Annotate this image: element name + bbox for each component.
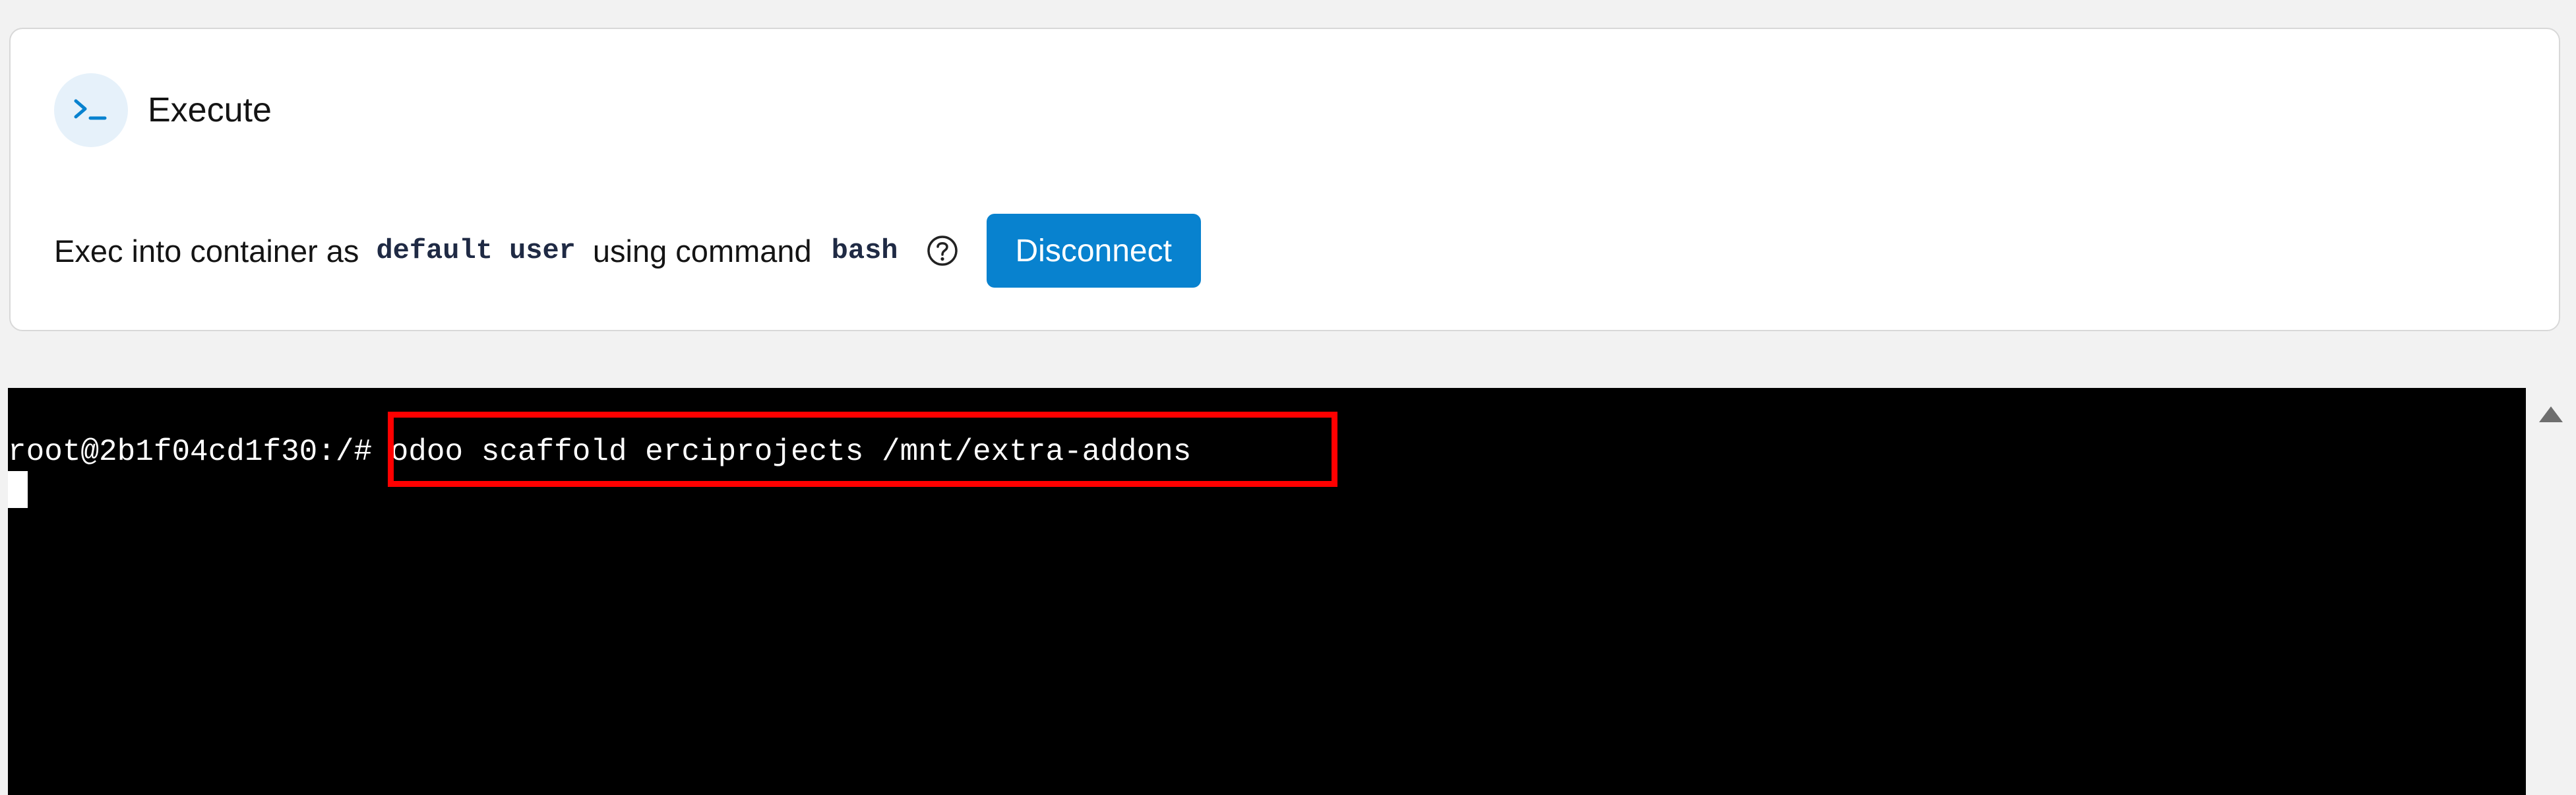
exec-options-row: Exec into container as default user usin… (54, 214, 1201, 288)
terminal-prompt-icon (54, 73, 128, 147)
exec-user-value[interactable]: default user (376, 235, 575, 267)
execute-header: Execute (54, 73, 272, 148)
terminal-prompt: root@2b1f04cd1f30:/# (8, 435, 373, 469)
command-highlight-box (388, 412, 1337, 487)
exec-description-prefix: Exec into container as (54, 233, 359, 269)
exec-command-value[interactable]: bash (832, 235, 898, 267)
question-circle-icon[interactable] (925, 233, 960, 269)
terminal[interactable]: root@2b1f04cd1f30:/# odoo scaffold ercip… (8, 388, 2526, 795)
terminal-cursor (8, 471, 28, 508)
disconnect-button[interactable]: Disconnect (986, 214, 1201, 288)
exec-description-middle: using command (592, 233, 812, 269)
execute-title: Execute (148, 91, 272, 129)
execute-panel: Execute Exec into container as default u… (9, 28, 2560, 331)
scroll-up-arrow-icon[interactable] (2539, 406, 2563, 422)
terminal-scrollbar[interactable] (2527, 388, 2576, 795)
